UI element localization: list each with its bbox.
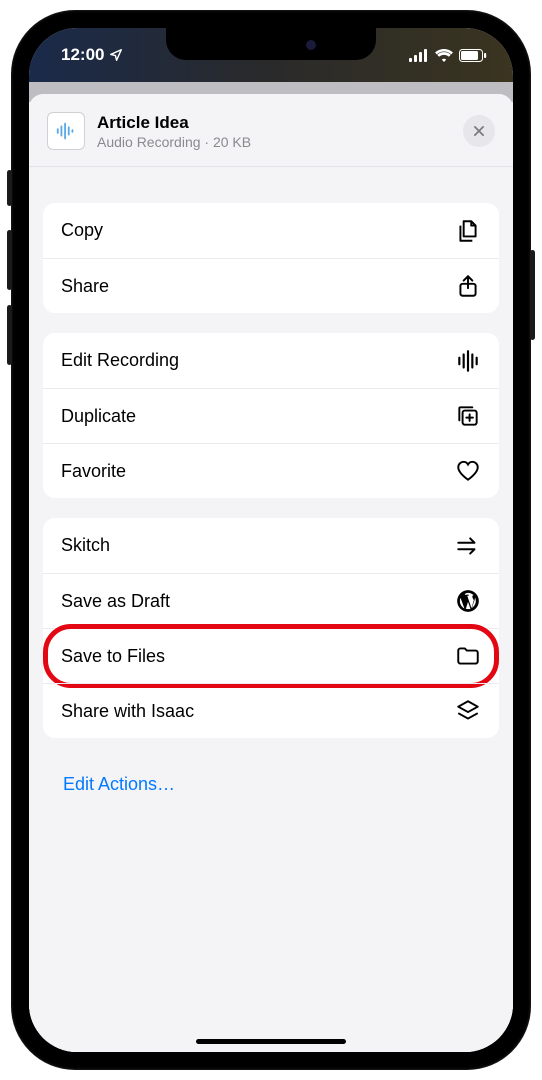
action-duplicate[interactable]: Duplicate <box>43 388 499 443</box>
file-thumbnail <box>47 112 85 150</box>
heart-icon <box>455 458 481 484</box>
action-edit-recording[interactable]: Edit Recording <box>43 333 499 388</box>
action-label: Copy <box>61 220 103 241</box>
notch <box>166 28 376 60</box>
close-button[interactable] <box>463 115 495 147</box>
sheet-header: Article Idea Audio Recording · 20 KB <box>29 94 513 167</box>
action-group-1: Copy Share <box>43 203 499 313</box>
phone-frame: 12:00 Article Idea Audio Recording · 20 … <box>11 10 531 1070</box>
action-label: Share <box>61 276 109 297</box>
wordpress-icon <box>455 588 481 614</box>
action-label: Edit Recording <box>61 350 179 371</box>
file-title: Article Idea <box>97 113 451 133</box>
actions-body: Copy Share Edit Record <box>29 167 513 811</box>
battery-icon <box>459 49 487 62</box>
action-group-3: Skitch Save as Draft Save to Files <box>43 518 499 738</box>
action-label: Duplicate <box>61 406 136 427</box>
duplicate-plus-icon <box>455 403 481 429</box>
copy-icon <box>455 218 481 244</box>
action-label: Favorite <box>61 461 126 482</box>
screen: 12:00 Article Idea Audio Recording · 20 … <box>29 28 513 1052</box>
share-sheet: Article Idea Audio Recording · 20 KB Cop… <box>29 94 513 1052</box>
action-save-as-draft[interactable]: Save as Draft <box>43 573 499 628</box>
action-group-2: Edit Recording Duplicate Favorite <box>43 333 499 498</box>
action-favorite[interactable]: Favorite <box>43 443 499 498</box>
folder-icon <box>455 643 481 669</box>
share-up-icon <box>455 273 481 299</box>
action-label: Save as Draft <box>61 591 170 612</box>
status-time: 12:00 <box>61 45 104 65</box>
action-share[interactable]: Share <box>43 258 499 313</box>
edit-actions-link[interactable]: Edit Actions… <box>43 758 499 811</box>
file-subtitle: Audio Recording · 20 KB <box>97 134 451 150</box>
close-icon <box>472 124 486 138</box>
action-copy[interactable]: Copy <box>43 203 499 258</box>
layers-icon <box>455 698 481 724</box>
action-label: Skitch <box>61 535 110 556</box>
audio-waveform-icon <box>55 120 77 142</box>
action-label: Share with Isaac <box>61 701 194 722</box>
action-label: Save to Files <box>61 646 165 667</box>
location-icon <box>109 48 123 62</box>
action-save-to-files[interactable]: Save to Files <box>43 628 499 683</box>
skitch-arrow-icon <box>455 533 481 559</box>
action-skitch[interactable]: Skitch <box>43 518 499 573</box>
wifi-icon <box>435 49 453 62</box>
cellular-icon <box>409 49 429 62</box>
action-share-isaac[interactable]: Share with Isaac <box>43 683 499 738</box>
waveform-icon <box>455 348 481 374</box>
home-indicator[interactable] <box>196 1039 346 1044</box>
